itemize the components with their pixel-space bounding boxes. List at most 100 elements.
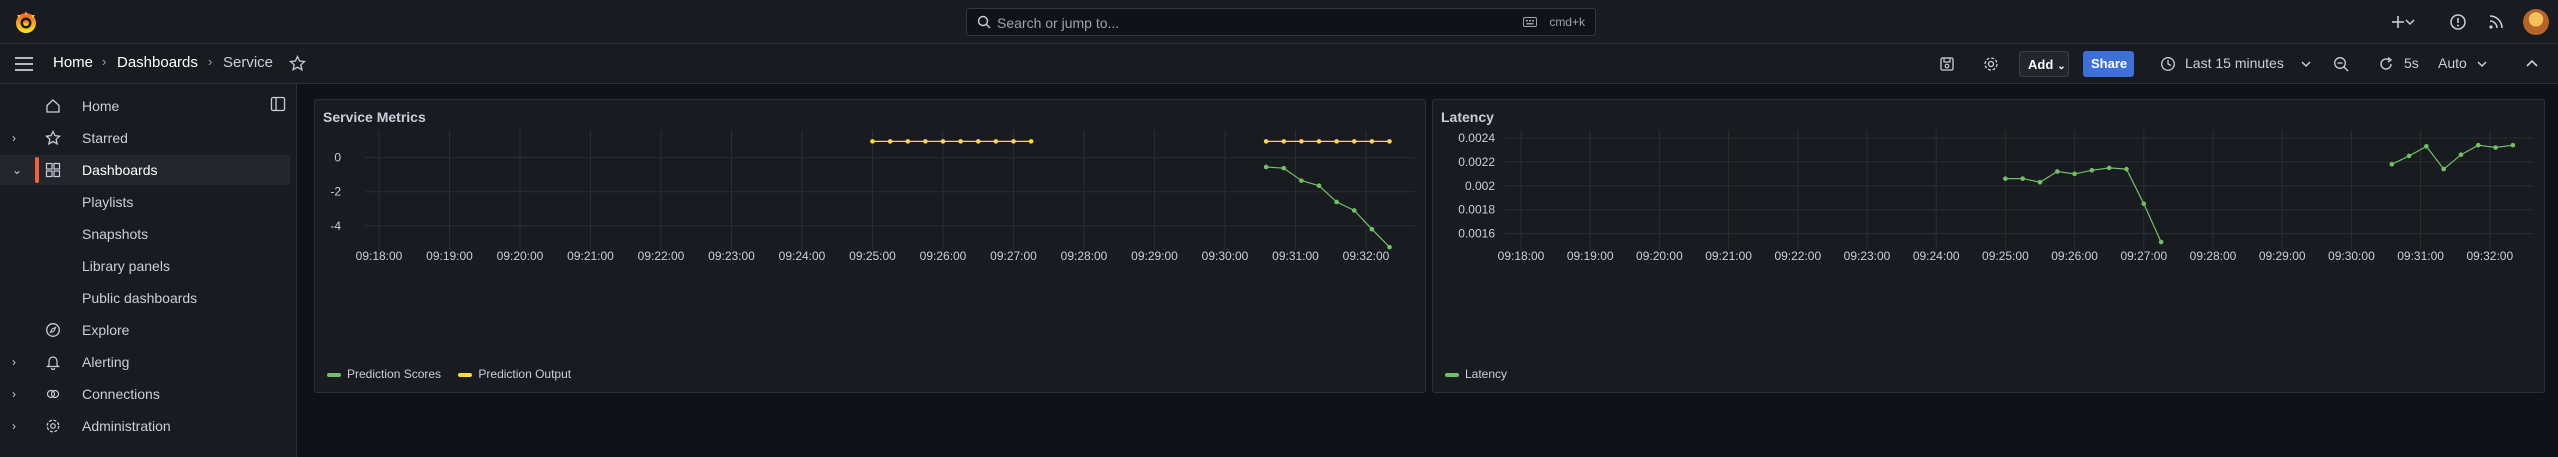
chevron-up-icon[interactable] — [2525, 57, 2539, 71]
data-point[interactable] — [2089, 167, 2095, 173]
data-point[interactable] — [1316, 183, 1322, 189]
sidebar-item-connections[interactable]: › Connections — [0, 379, 290, 409]
data-point[interactable] — [2406, 153, 2412, 159]
data-point[interactable] — [905, 139, 911, 144]
breadcrumb-dashboards[interactable]: Dashboards — [117, 54, 198, 71]
refresh-interval[interactable]: 5s — [2404, 55, 2419, 71]
data-point[interactable] — [1334, 199, 1339, 205]
latency-chart[interactable]: 0.0024 0.0022 0.002 0.0018 0.001609:18:00 09:… — [1433, 100, 2546, 394]
zoom-out-icon[interactable] — [2333, 56, 2349, 72]
series-line[interactable] — [2005, 167, 2162, 243]
data-point[interactable] — [1011, 139, 1016, 144]
save-icon[interactable] — [1939, 56, 1955, 72]
chevron-down-icon[interactable] — [2300, 57, 2312, 71]
data-point[interactable] — [1281, 165, 1287, 171]
time-range-picker[interactable]: Last 15 minutes — [2185, 55, 2284, 71]
data-point[interactable] — [975, 139, 981, 144]
data-point[interactable] — [1387, 139, 1392, 144]
data-point[interactable] — [1281, 139, 1287, 144]
grafana-logo-icon[interactable] — [13, 9, 39, 35]
data-point[interactable] — [1299, 139, 1304, 144]
x-tick-label: 09:29:00 — [1131, 249, 1178, 263]
data-point[interactable] — [1263, 164, 1269, 170]
data-point[interactable] — [2510, 142, 2516, 148]
sidebar-item-library-panels[interactable]: Library panels — [0, 251, 290, 281]
data-point[interactable] — [993, 139, 999, 144]
avatar[interactable] — [2523, 9, 2549, 35]
chevron-right-icon[interactable]: › — [12, 355, 16, 369]
data-point[interactable] — [958, 139, 963, 144]
chevron-down-icon[interactable] — [2476, 57, 2488, 71]
x-tick-label: 09:28:00 — [1061, 249, 1108, 263]
data-point[interactable] — [1351, 139, 1357, 144]
data-point[interactable] — [2441, 166, 2446, 172]
rss-icon[interactable] — [2486, 12, 2506, 32]
data-point[interactable] — [1369, 139, 1375, 144]
chevron-right-icon[interactable]: › — [12, 419, 16, 433]
data-point[interactable] — [2055, 169, 2060, 174]
data-point[interactable] — [1387, 244, 1392, 250]
y-tick-label: 0.0024 — [1458, 131, 1495, 145]
star-icon[interactable] — [289, 55, 306, 72]
data-point[interactable] — [1334, 139, 1339, 144]
chevron-right-icon[interactable]: › — [12, 387, 16, 401]
data-point[interactable] — [2424, 144, 2429, 149]
x-tick-label: 09:19:00 — [1567, 249, 1614, 263]
sidebar-item-alerting[interactable]: › Alerting — [0, 347, 290, 377]
sidebar-item-explore[interactable]: Explore — [0, 315, 290, 345]
data-point[interactable] — [923, 139, 928, 144]
data-point[interactable] — [2475, 142, 2481, 148]
sidebar-item-label: Home — [82, 98, 120, 114]
data-point[interactable] — [1351, 208, 1357, 213]
service-metrics-chart[interactable]: 0 -2 -4 09:18:00 09:19:00 09:20:00 09:21:00 09:… — [315, 100, 1427, 394]
legend-item-prediction-scores[interactable]: Prediction Scores — [327, 367, 441, 381]
sidebar-item-starred[interactable]: › Starred — [0, 123, 290, 153]
data-point[interactable] — [2493, 145, 2498, 150]
chevron-down-icon[interactable]: ⌄ — [12, 163, 22, 177]
legend-item-latency[interactable]: Latency — [1445, 367, 1507, 381]
sidebar-item-public-dashboards[interactable]: Public dashboards — [0, 283, 290, 313]
data-point[interactable] — [2389, 161, 2395, 167]
help-icon[interactable] — [2448, 12, 2468, 32]
data-point[interactable] — [2020, 176, 2025, 181]
data-point[interactable] — [1369, 226, 1375, 232]
data-point[interactable] — [1028, 139, 1034, 144]
panel-service-metrics[interactable]: Service Metrics 0 -2 -4 09:18:00 09:19:00 09:… — [314, 99, 1426, 393]
sidebar-item-administration[interactable]: › Administration — [0, 411, 290, 441]
chevron-right-icon[interactable]: › — [12, 131, 16, 145]
data-point[interactable] — [1263, 139, 1269, 144]
data-point[interactable] — [1316, 139, 1322, 144]
data-point[interactable] — [1299, 178, 1304, 183]
sidebar-item-label: Alerting — [82, 354, 130, 370]
share-button[interactable]: Share — [2083, 51, 2134, 77]
refresh-icon[interactable] — [2378, 56, 2394, 72]
legend-item-prediction-output[interactable]: Prediction Output — [458, 367, 571, 381]
data-point[interactable] — [2106, 165, 2112, 171]
x-tick-label: 09:21:00 — [567, 249, 614, 263]
settings-gear-icon[interactable] — [1983, 56, 1999, 72]
auto-refresh-picker[interactable]: Auto — [2438, 55, 2467, 71]
chevron-down-icon[interactable] — [2404, 12, 2416, 32]
data-point[interactable] — [887, 139, 893, 144]
data-point[interactable] — [2037, 179, 2043, 185]
panel-latency[interactable]: Latency 0.0024 0.0022 0.002 0.0018 0.0016 09:… — [1432, 99, 2545, 393]
data-point[interactable] — [870, 139, 875, 144]
series-line[interactable] — [1266, 166, 1390, 248]
sidebar-item-dashboards[interactable]: ⌄ Dashboards — [0, 155, 290, 185]
data-point[interactable] — [2458, 152, 2464, 158]
breadcrumb-home[interactable]: Home — [53, 54, 93, 71]
sidebar-item-home[interactable]: Home — [0, 91, 290, 121]
data-point[interactable] — [2124, 166, 2129, 172]
data-point[interactable] — [2141, 201, 2147, 207]
x-tick-label: 09:22:00 — [638, 249, 685, 263]
sidebar-item-snapshots[interactable]: Snapshots — [0, 219, 290, 249]
data-point[interactable] — [2003, 176, 2008, 181]
star-icon — [45, 130, 61, 146]
sidebar-item-playlists[interactable]: Playlists — [0, 187, 290, 217]
data-point[interactable] — [940, 139, 946, 144]
data-point[interactable] — [2072, 171, 2077, 177]
search-input[interactable]: Search or jump to... cmd+k — [966, 8, 1596, 36]
data-point[interactable] — [2158, 239, 2164, 245]
add-button[interactable]: Add ⌄ — [2019, 51, 2069, 77]
menu-icon[interactable] — [14, 56, 34, 72]
